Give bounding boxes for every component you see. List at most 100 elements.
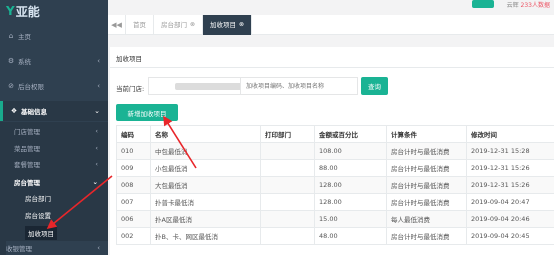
table-cell: 大包最低消 — [150, 176, 261, 194]
table-cell: 48.00 — [314, 227, 387, 245]
lock-icon: ⊘ — [8, 82, 14, 90]
page-title: 加收项目 — [116, 55, 142, 63]
logo: Y 亚能 — [0, 0, 108, 22]
table-cell: 009 — [116, 159, 151, 177]
home-icon: ⌂ — [8, 32, 14, 40]
chevron-down-icon: ⌄ — [92, 178, 98, 186]
table-row[interactable]: 002 扑B、卡、网区最低消 48.00 房台计时与最低消费 2019-09-0… — [116, 227, 554, 245]
table-cell — [260, 210, 315, 228]
sidebar-item-label: 后台权限 — [18, 83, 44, 91]
sidebar-item-system[interactable]: ⚙ 系统 ‹ — [0, 51, 108, 71]
table-cell: 2019-09-04 20:45 — [466, 227, 554, 245]
chevron-left-icon: ‹ — [97, 57, 100, 65]
gear-icon: ⚙ — [7, 57, 15, 65]
surcharge-table: 编码 名称 打印部门 金额或百分比 计算条件 修改时间 010 中包最低消 10… — [116, 125, 554, 245]
table-cell — [260, 159, 315, 177]
table-row[interactable]: 007 扑普卡最低消 128.00 房台计时与最低消费 2019-09-04 2… — [116, 193, 554, 211]
sidebar-item-label: 系统 — [18, 58, 31, 66]
submenu-label: 门店管理 — [14, 128, 40, 136]
sidebar-item-label: 收银管理 — [6, 245, 32, 253]
table-cell: 2019-12-31 15:26 — [466, 176, 554, 194]
column-header[interactable]: 计算条件 — [386, 125, 467, 143]
sidebar-item-label: 基础信息 — [21, 108, 47, 116]
table-cell: 2019-09-04 20:46 — [466, 210, 554, 228]
chevron-down-icon: ⌄ — [94, 107, 100, 115]
table-cell: 每人最低消费 — [386, 210, 467, 228]
table-cell — [260, 176, 315, 194]
tab-label: 首页 — [133, 20, 146, 29]
table-cell: 小包最低消 — [150, 159, 261, 177]
tab-label: 加收项目 — [210, 20, 237, 29]
sidebar-item-surcharge-items[interactable]: 加收项目 — [25, 226, 57, 240]
close-icon[interactable]: ⊗ — [239, 15, 244, 35]
tab-room-department[interactable]: 房台部门 ⊗ — [154, 14, 204, 35]
table-cell: 88.00 — [314, 159, 387, 177]
sidebar-item-package-management[interactable]: 套餐管理 ‹ — [14, 157, 104, 171]
submenu-label: 套餐管理 — [14, 161, 40, 169]
query-button[interactable]: 查询 — [361, 77, 388, 95]
table-cell: 扑A区最低消 — [150, 210, 261, 228]
table-cell: 002 — [116, 227, 151, 245]
sidebar-item-admin-permissions[interactable]: ⊘ 后台权限 ‹ — [0, 76, 108, 96]
sidebar-item-room-management[interactable]: 房台管理 ⌄ — [14, 175, 104, 189]
table-cell — [260, 193, 315, 211]
sidebar-item-cashier-management[interactable]: 收银管理 ‹ — [6, 241, 108, 255]
close-icon[interactable]: ⊗ — [190, 15, 195, 35]
sidebar-item-home[interactable]: ⌂ 主页 — [0, 26, 108, 46]
column-header[interactable]: 编码 — [116, 125, 151, 143]
table-cell: 108.00 — [314, 142, 387, 160]
column-header[interactable]: 打印部门 — [260, 125, 315, 143]
add-surcharge-button[interactable]: 新增加收项目 — [116, 104, 178, 121]
sidebar-item-store-management[interactable]: 门店管理 ‹ — [14, 124, 104, 138]
chevron-left-icon: ‹ — [97, 82, 100, 90]
sidebar-item-room-department[interactable]: 房台部门 — [25, 191, 51, 205]
sidebar: Y 亚能 ⌂ 主页 ⚙ 系统 ‹ ⊘ 后台权限 ‹ ❖ 基础信息 ⌄ 门店管理 … — [0, 0, 108, 255]
column-header[interactable]: 名称 — [150, 125, 261, 143]
table-cell: 扑普卡最低消 — [150, 193, 261, 211]
chevron-left-icon: ‹ — [95, 127, 98, 135]
table-cell: 128.00 — [314, 176, 387, 194]
table-cell: 2019-12-31 15:26 — [466, 159, 554, 177]
sidebar-item-room-settings[interactable]: 房台设置 — [25, 208, 51, 222]
table-cell: 房台计时与最低消费 — [386, 176, 467, 194]
store-label: 当前门店: — [116, 85, 145, 93]
tab-label: 房台部门 — [161, 20, 187, 29]
column-header[interactable]: 金额或百分比 — [314, 125, 387, 143]
content-panel: 加收项目 当前门店: 厅 查询 新增加收项目 编码 名称 打印部门 金额或百分比… — [110, 47, 554, 255]
user-data-count: 233人数据 — [520, 2, 550, 9]
user-info: 云辉 233人数据 — [507, 0, 550, 9]
tab-home[interactable]: 首页 — [126, 14, 154, 35]
table-cell — [260, 142, 315, 160]
divider — [110, 67, 554, 68]
logo-mark: Y — [6, 4, 15, 18]
table-row[interactable]: 010 中包最低消 108.00 房台计时与最低消费 2019-12-31 15… — [116, 142, 554, 160]
logo-text: 亚能 — [15, 4, 40, 19]
chevron-left-icon: ‹ — [97, 244, 100, 252]
tab-surcharge-items[interactable]: 加收项目 ⊗ — [203, 14, 253, 35]
table-cell: 2019-09-04 20:47 — [466, 193, 554, 211]
tabs-scroll-left-icon[interactable]: ◀◀ — [108, 14, 126, 35]
topbar-button[interactable] — [472, 0, 494, 8]
table-cell: 128.00 — [314, 193, 387, 211]
table-cell — [260, 227, 315, 245]
user-name: 云辉 — [506, 2, 519, 9]
table-cell: 006 — [116, 210, 151, 228]
table-row[interactable]: 008 大包最低消 128.00 房台计时与最低消费 2019-12-31 15… — [116, 176, 554, 194]
submenu-label: 房台管理 — [14, 179, 40, 187]
submenu-label: 菜品管理 — [14, 145, 40, 153]
table-cell: 房台计时与最低消费 — [386, 142, 467, 160]
table-cell: 010 — [116, 142, 151, 160]
search-input[interactable] — [240, 77, 358, 95]
table-cell: 房台计时与最低消费 — [386, 227, 467, 245]
table-row[interactable]: 009 小包最低消 88.00 房台计时与最低消费 2019-12-31 15:… — [116, 159, 554, 177]
table-cell: 房台计时与最低消费 — [386, 159, 467, 177]
table-row[interactable]: 006 扑A区最低消 15.00 每人最低消费 2019-09-04 20:46 — [116, 210, 554, 228]
tabs-bar: ◀◀ 首页 房台部门 ⊗ 加收项目 ⊗ — [108, 14, 554, 35]
table-cell: 扑B、卡、网区最低消 — [150, 227, 261, 245]
table-cell: 2019-12-31 15:28 — [466, 142, 554, 160]
column-header[interactable]: 修改时间 — [466, 125, 554, 143]
sidebar-item-label: 主页 — [18, 33, 31, 41]
sidebar-item-dish-management[interactable]: 菜品管理 ‹ — [14, 141, 104, 155]
store-name-redacted — [175, 83, 247, 90]
sidebar-item-basic-info[interactable]: ❖ 基础信息 ⌄ — [0, 101, 108, 121]
